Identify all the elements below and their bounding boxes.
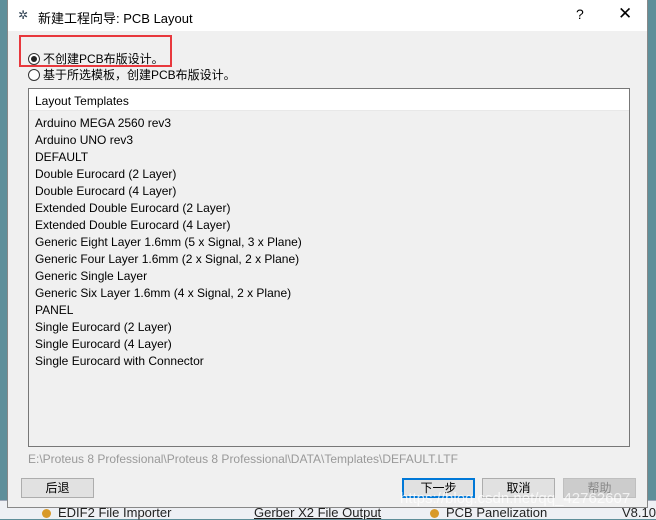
list-item[interactable]: DEFAULT (29, 149, 629, 166)
list-item[interactable]: PANEL (29, 302, 629, 319)
bullet-icon (430, 509, 439, 518)
list-item[interactable]: Extended Double Eurocard (2 Layer) (29, 200, 629, 217)
list-item[interactable]: Generic Eight Layer 1.6mm (5 x Signal, 3… (29, 234, 629, 251)
list-header: Layout Templates (29, 89, 629, 111)
list-item[interactable]: Generic Four Layer 1.6mm (2 x Signal, 2 … (29, 251, 629, 268)
list-item[interactable]: Single Eurocard (2 Layer) (29, 319, 629, 336)
watermark: https://blog.csdn.net/qq_42762607 (400, 490, 631, 507)
help-icon[interactable]: ? (576, 6, 584, 22)
template-path: E:\Proteus 8 Professional\Proteus 8 Prof… (28, 452, 458, 466)
list-item[interactable]: Double Eurocard (2 Layer) (29, 166, 629, 183)
list-item[interactable]: Single Eurocard (4 Layer) (29, 336, 629, 353)
title-bar: ✲ 新建工程向导: PCB Layout ? ✕ (8, 0, 647, 31)
list-item[interactable]: Single Eurocard with Connector (29, 353, 629, 370)
list-item[interactable]: Generic Six Layer 1.6mm (4 x Signal, 2 x… (29, 285, 629, 302)
new-project-wizard-dialog: ✲ 新建工程向导: PCB Layout ? ✕ 不创建PCB布版设计。 基于所… (7, 0, 648, 508)
window-title: 新建工程向导: PCB Layout (38, 11, 193, 26)
list-item[interactable]: Arduino UNO rev3 (29, 132, 629, 149)
list-item[interactable]: Double Eurocard (4 Layer) (29, 183, 629, 200)
radio-label: 基于所选模板，创建PCB布版设计。 (43, 68, 236, 82)
highlight-annotation (19, 35, 172, 67)
close-icon[interactable]: ✕ (618, 4, 632, 24)
list-item[interactable]: Arduino MEGA 2560 rev3 (29, 115, 629, 132)
radio-from-template[interactable]: 基于所选模板，创建PCB布版设计。 (28, 66, 236, 83)
bullet-icon (42, 509, 51, 518)
radio-button[interactable] (28, 68, 40, 81)
list-item[interactable]: Generic Single Layer (29, 268, 629, 285)
app-icon: ✲ (18, 8, 29, 22)
back-button[interactable]: 后退 (21, 478, 94, 498)
layout-templates-list[interactable]: Layout Templates Arduino MEGA 2560 rev3 A… (28, 88, 630, 447)
list-item[interactable]: Extended Double Eurocard (4 Layer) (29, 217, 629, 234)
